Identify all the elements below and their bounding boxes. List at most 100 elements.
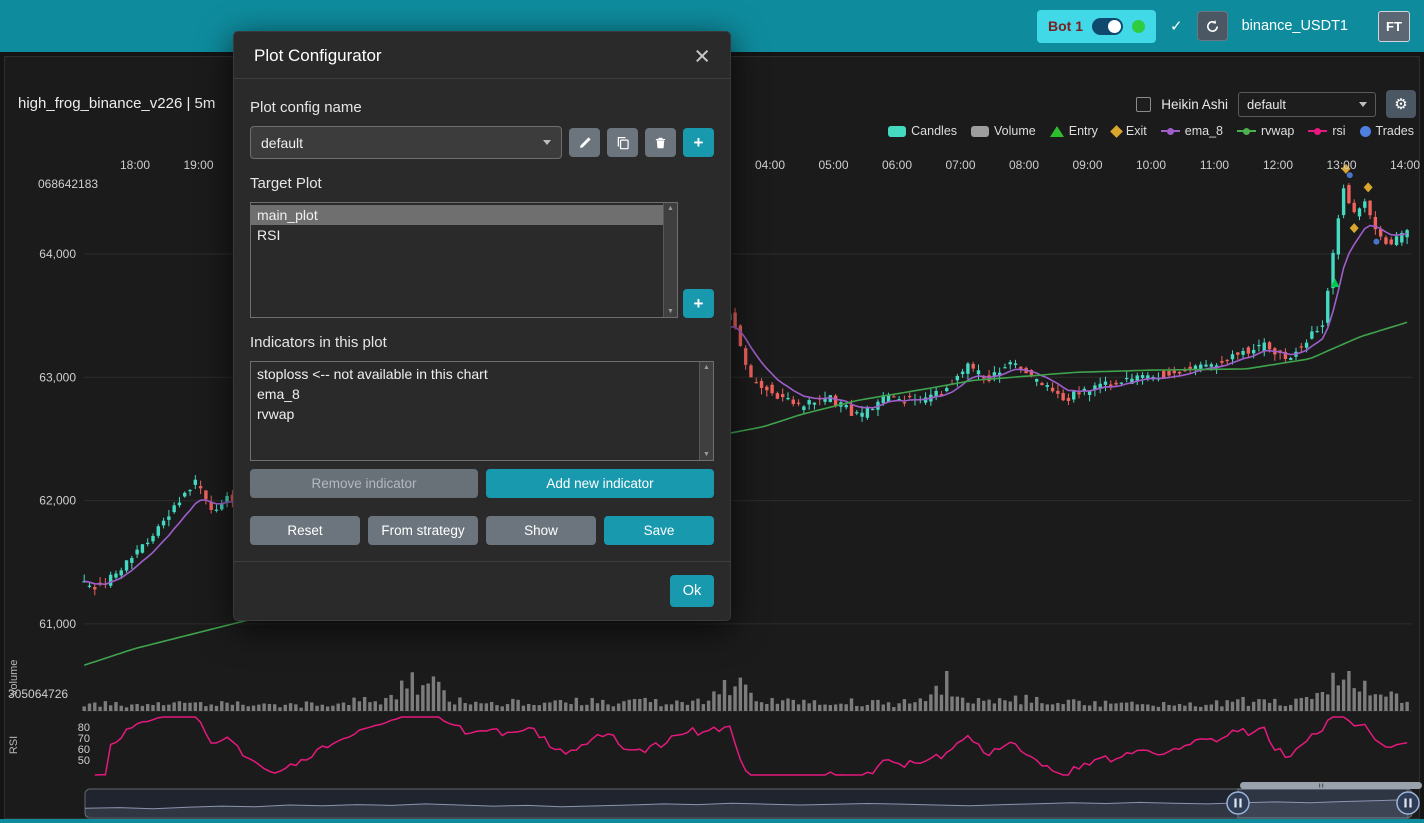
svg-text:18:00: 18:00 xyxy=(120,158,150,172)
trade-marker xyxy=(1373,239,1379,245)
legend-item-rvwap[interactable]: rvwap xyxy=(1237,124,1294,138)
reset-button[interactable]: Reset xyxy=(250,516,360,545)
scroll-up-icon[interactable]: ▲ xyxy=(667,205,674,212)
chart-controls: Heikin Ashi default ⚙ xyxy=(1136,90,1416,118)
trade-marker xyxy=(1347,172,1353,178)
config-name-select[interactable]: default xyxy=(250,126,562,159)
legend-item-entry[interactable]: Entry xyxy=(1050,124,1098,138)
indicator-buttons-row: Remove indicator Add new indicator xyxy=(250,469,714,498)
close-icon[interactable]: × xyxy=(694,47,710,65)
show-button[interactable]: Show xyxy=(486,516,596,545)
legend-label: Exit xyxy=(1126,124,1147,138)
refresh-button[interactable] xyxy=(1197,11,1228,41)
config-buttons-row: Reset From strategy Show Save xyxy=(250,516,714,545)
modal-header: Plot Configurator × xyxy=(234,32,730,79)
legend-label: Candles xyxy=(911,124,957,138)
rsi-axis-label: RSI xyxy=(8,736,20,754)
chevron-down-icon xyxy=(1359,102,1367,107)
remove-indicator-button[interactable]: Remove indicator xyxy=(250,469,478,498)
legend-item-candles[interactable]: Candles xyxy=(888,124,957,138)
svg-text:61,000: 61,000 xyxy=(39,617,76,631)
ok-button[interactable]: Ok xyxy=(670,575,714,607)
heikin-ashi-checkbox[interactable] xyxy=(1136,97,1151,112)
bot-name-label: Bot 1 xyxy=(1048,18,1083,34)
bot-toggle[interactable] xyxy=(1092,18,1123,35)
rsi-legend-marker xyxy=(1308,130,1327,132)
ft-logo[interactable]: FT xyxy=(1378,11,1410,42)
add-config-button[interactable]: + xyxy=(683,128,714,157)
target-plot-items: main_plotRSI xyxy=(251,203,663,317)
indicator-item[interactable]: stoploss <-- not available in this chart xyxy=(251,364,699,384)
legend-item-trades[interactable]: Trades xyxy=(1360,124,1414,138)
add-indicator-button[interactable]: Add new indicator xyxy=(486,469,714,498)
plot-config-dropdown-value: default xyxy=(1247,97,1286,112)
zoom-handle[interactable] xyxy=(1227,792,1249,814)
svg-text:04:00: 04:00 xyxy=(755,158,785,172)
target-plot-label: Target Plot xyxy=(250,175,714,192)
svg-text:50: 50 xyxy=(78,755,90,767)
indicators-label: Indicators in this plot xyxy=(250,334,714,351)
zoom-window[interactable] xyxy=(1238,789,1408,818)
from-strategy-button[interactable]: From strategy xyxy=(368,516,478,545)
heikin-ashi-label: Heikin Ashi xyxy=(1161,97,1228,112)
exit-legend-marker xyxy=(1110,125,1123,138)
svg-text:62,000: 62,000 xyxy=(39,494,76,508)
plot-config-dropdown[interactable]: default xyxy=(1238,92,1376,117)
rsi-line xyxy=(95,717,1407,775)
exit-marker xyxy=(1350,223,1359,233)
plus-icon: + xyxy=(694,295,704,312)
svg-text:08:00: 08:00 xyxy=(1009,158,1039,172)
target-plot-item[interactable]: RSI xyxy=(251,225,663,245)
indicator-item[interactable]: ema_8 xyxy=(251,384,699,404)
legend-label: rsi xyxy=(1332,124,1345,138)
check-icon: ✓ xyxy=(1170,17,1183,35)
target-plot-listbox[interactable]: main_plotRSI ▲▼ xyxy=(250,202,678,318)
scroll-down-icon[interactable]: ▼ xyxy=(703,451,710,458)
svg-text:11:00: 11:00 xyxy=(1200,158,1229,172)
volume-axis-label: Volume xyxy=(8,660,20,697)
gear-icon: ⚙ xyxy=(1394,95,1407,113)
indicator-item[interactable]: rvwap xyxy=(251,404,699,424)
legend-label: rvwap xyxy=(1261,124,1294,138)
add-plot-button[interactable]: + xyxy=(683,289,714,318)
legend-item-ema8[interactable]: ema_8 xyxy=(1161,124,1223,138)
trash-icon xyxy=(654,136,667,150)
ema8-legend-marker xyxy=(1161,130,1180,132)
svg-text:05:00: 05:00 xyxy=(818,158,848,172)
save-button[interactable]: Save xyxy=(604,516,714,545)
delete-config-button[interactable] xyxy=(645,128,676,157)
svg-text:14:00: 14:00 xyxy=(1390,158,1420,172)
candles-legend-marker xyxy=(888,126,906,137)
legend-item-rsi[interactable]: rsi xyxy=(1308,124,1345,138)
footer-bar xyxy=(0,819,1424,823)
zoom-handle[interactable] xyxy=(1397,792,1419,814)
legend-label: ema_8 xyxy=(1185,124,1223,138)
bot-selector[interactable]: Bot 1 xyxy=(1037,10,1156,43)
legend-label: Trades xyxy=(1376,124,1414,138)
copy-icon xyxy=(616,136,630,150)
indicator-items: stoploss <-- not available in this chart… xyxy=(251,362,699,460)
plus-icon: + xyxy=(694,134,704,151)
plot-settings-button[interactable]: ⚙ xyxy=(1386,90,1416,118)
indicators-scrollbar[interactable]: ▲▼ xyxy=(699,362,713,460)
horizontal-scrollbar[interactable] xyxy=(1240,782,1422,789)
target-plot-scrollbar[interactable]: ▲▼ xyxy=(663,203,677,317)
exit-marker xyxy=(1364,182,1373,192)
legend-item-exit[interactable]: Exit xyxy=(1112,124,1147,138)
rename-config-button[interactable] xyxy=(569,128,600,157)
indicators-listbox[interactable]: stoploss <-- not available in this chart… xyxy=(250,361,714,461)
volume-bars xyxy=(83,671,1409,711)
legend-label: Entry xyxy=(1069,124,1098,138)
scroll-up-icon[interactable]: ▲ xyxy=(703,364,710,371)
scroll-down-icon[interactable]: ▼ xyxy=(667,308,674,315)
target-plot-item[interactable]: main_plot xyxy=(251,205,663,225)
volume-legend-marker xyxy=(971,126,989,137)
plot-configurator-modal: Plot Configurator × Plot config name def… xyxy=(233,31,731,621)
config-name-select-value: default xyxy=(261,135,303,151)
chevron-down-icon xyxy=(543,140,551,145)
svg-text:19:00: 19:00 xyxy=(183,158,213,172)
svg-text:63,000: 63,000 xyxy=(39,370,76,384)
legend-item-volume[interactable]: Volume xyxy=(971,124,1036,138)
duplicate-config-button[interactable] xyxy=(607,128,638,157)
svg-text:12:00: 12:00 xyxy=(1263,158,1293,172)
